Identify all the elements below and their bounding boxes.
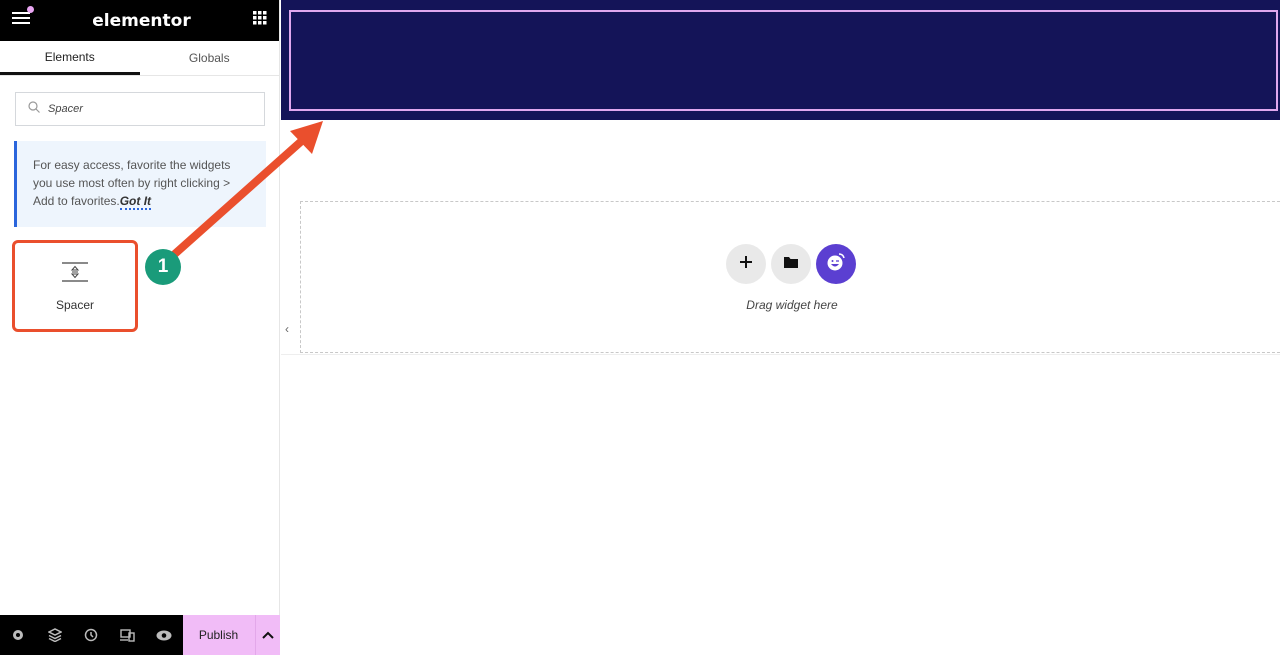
plus-icon [740,255,752,273]
panel-header: elementor [0,0,279,41]
responsive-icon[interactable] [110,628,147,642]
publish-options-button[interactable] [255,615,280,655]
settings-icon[interactable] [0,628,37,642]
logo: elementor [92,10,191,31]
grid-icon[interactable] [253,11,267,30]
chevron-left-icon: ‹ [285,322,289,336]
tab-elements[interactable]: Elements [0,41,140,75]
notification-dot [27,6,34,13]
folder-icon [784,255,798,273]
smiley-icon [826,252,846,277]
eye-icon[interactable] [146,630,183,641]
publish-button[interactable]: Publish [182,615,256,655]
collapse-panel-button[interactable]: ‹ [281,318,293,340]
step-badge: 1 [145,249,181,285]
widget-label: Spacer [55,297,95,312]
favorites-notice: For easy access, favorite the widgets yo… [14,141,266,227]
tab-globals[interactable]: Globals [140,41,280,75]
drop-zone[interactable]: Drag widget here [300,201,1280,353]
layers-icon[interactable] [37,628,74,642]
add-section-button[interactable] [726,244,766,284]
got-it-link[interactable]: Got It [119,194,152,210]
panel-footer: Publish [0,615,280,655]
spacer-icon [61,261,89,286]
chevron-up-icon [262,626,274,644]
add-section-buttons [726,244,856,284]
panel-tabs: Elements Globals [0,41,279,76]
history-icon[interactable] [73,628,110,642]
widget-spacer[interactable]: Spacer [12,240,138,332]
hamburger-icon[interactable] [12,11,30,30]
editor-panel: elementor Elements Globals For easy acce… [0,0,280,655]
template-library-button[interactable] [771,244,811,284]
ai-assistant-button[interactable] [816,244,856,284]
selected-section[interactable] [281,0,1280,120]
canvas-divider [281,354,1280,355]
search-icon [28,100,40,118]
search-box [15,92,265,126]
section-outline [289,10,1278,111]
search-input[interactable] [48,103,248,115]
drag-widget-hint: Drag widget here [746,298,838,312]
